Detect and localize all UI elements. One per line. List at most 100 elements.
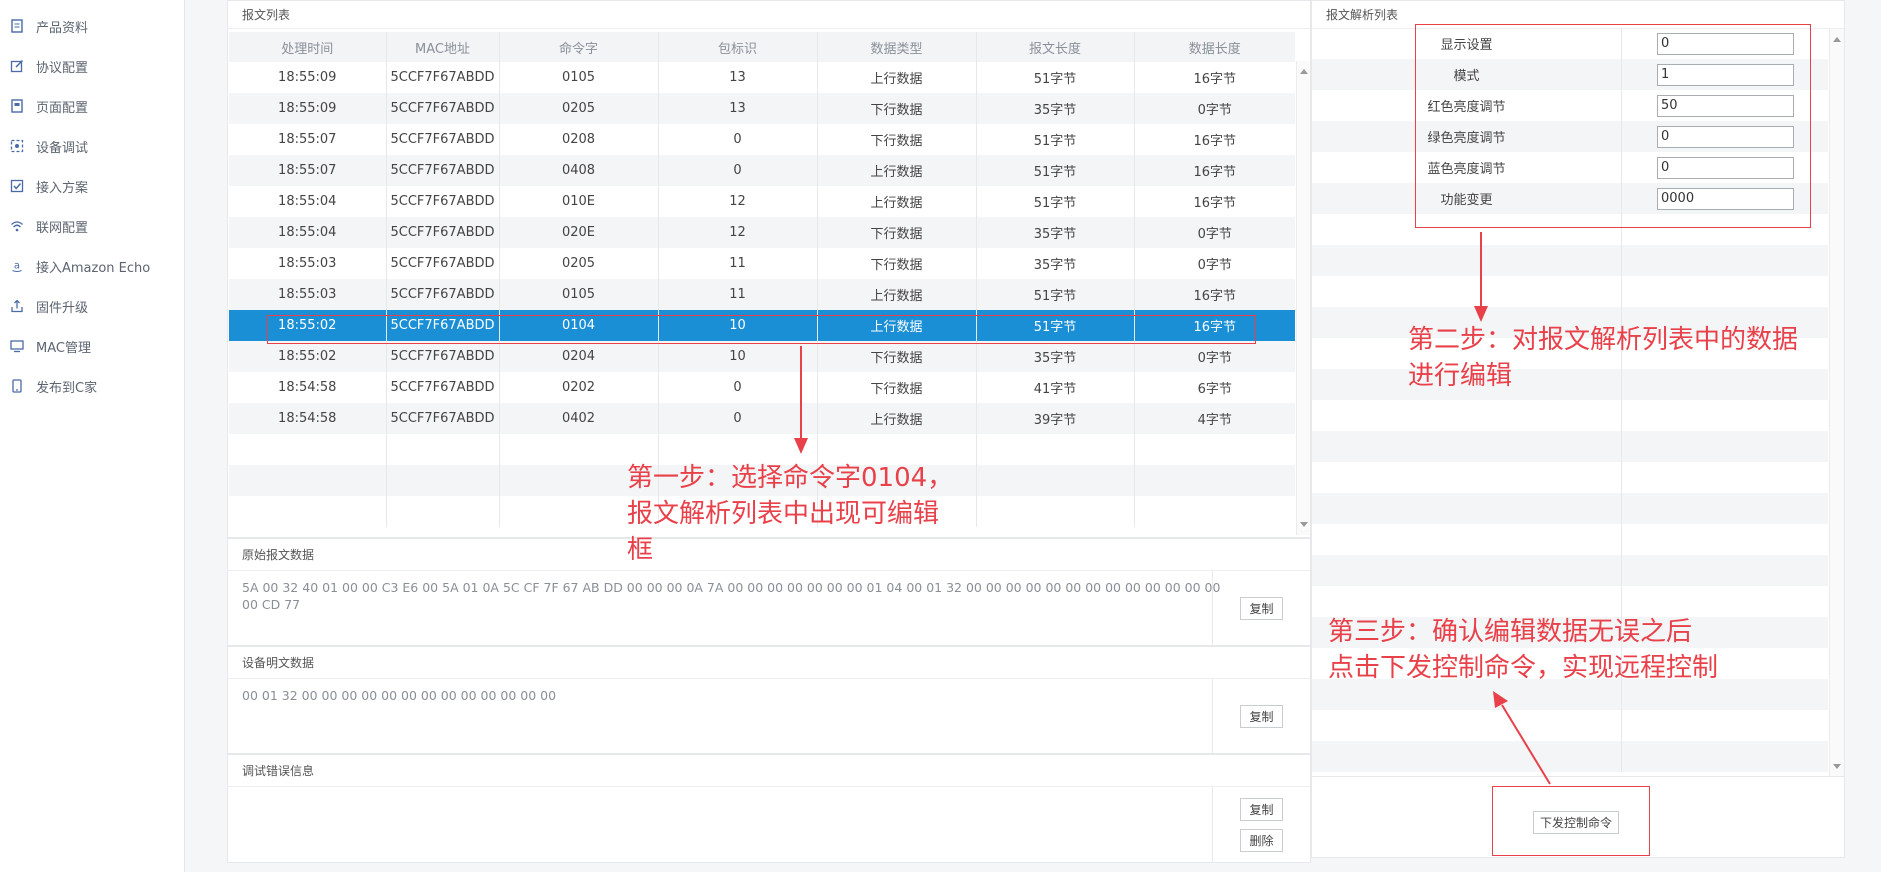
table-row[interactable]: 18:55:03 5CCF7F67ABDD 0205 11 下行数据 35字节 0字节 [229, 248, 1295, 279]
table-row[interactable]: 18:55:07 5CCF7F67ABDD 0208 0 下行数据 51字节 16字节 [229, 124, 1295, 155]
step1-line: 报文解析列表中出现可编辑 [627, 499, 940, 529]
sidebar-item-label: 发布到C家 [36, 380, 98, 396]
step3-line: 点击下发控制命令，实现远程控制 [1328, 653, 1719, 683]
copy-raw-button[interactable]: 复制 [1240, 596, 1283, 620]
column-header[interactable]: 报文长度 [976, 32, 1135, 62]
sidebar-item-page-config[interactable]: 页面配置 [0, 86, 184, 126]
parse-field-label: 模式 [1312, 59, 1622, 90]
parse-field-input[interactable] [1657, 63, 1794, 86]
column-header[interactable]: MAC地址 [386, 32, 500, 62]
parse-field-value-cell [1622, 90, 1828, 121]
send-control-command-button[interactable]: 下发控制命令 [1533, 811, 1620, 834]
table-cell: 5CCF7F67ABDD [386, 310, 500, 341]
parse-field-label: 红色亮度调节 [1312, 90, 1622, 121]
table-row[interactable]: 18:54:58 5CCF7F67ABDD 0402 0 上行数据 39字节 4字节 [229, 403, 1295, 434]
parse-field-input[interactable] [1657, 94, 1794, 117]
parse-field-label [1312, 462, 1622, 493]
table-cell: 下行数据 [817, 341, 977, 372]
sidebar-item-label: 联网配置 [36, 220, 89, 236]
column-header[interactable]: 数据类型 [817, 32, 977, 62]
parse-field-input[interactable] [1657, 187, 1794, 210]
parse-field-label [1312, 555, 1622, 586]
sidebar-item-label: 设备调试 [36, 140, 89, 156]
table-cell: 下行数据 [817, 248, 977, 279]
parse-field-value-cell [1622, 59, 1828, 90]
table-row[interactable]: 18:55:09 5CCF7F67ABDD 0205 13 下行数据 35字节 0字节 [229, 93, 1295, 124]
parse-field-value-cell [1622, 524, 1828, 555]
table-cell: 18:55:02 [229, 310, 387, 341]
table-cell: 0204 [499, 341, 659, 372]
table-row[interactable]: 18:55:02 5CCF7F67ABDD 0104 10 上行数据 51字节 16字节 [229, 310, 1295, 341]
delete-error-button[interactable]: 删除 [1240, 828, 1283, 852]
table-cell: 35字节 [976, 93, 1135, 124]
table-row[interactable]: 18:55:03 5CCF7F67ABDD 0105 11 上行数据 51字节 16字节 [229, 279, 1295, 310]
scroll-up-icon[interactable] [1300, 69, 1308, 74]
table-cell: 0 [658, 155, 818, 186]
error-area: 复制 删除 [228, 787, 1310, 862]
table-cell: 5CCF7F67ABDD [386, 372, 500, 403]
table-cell: 18:54:58 [229, 372, 387, 403]
parse-field-label [1312, 493, 1622, 524]
sidebar-item-device-debug[interactable]: 设备调试 [0, 126, 184, 166]
send-area: 下发控制命令 [1312, 776, 1844, 858]
table-cell: 51字节 [976, 155, 1135, 186]
parse-field-input[interactable] [1657, 125, 1794, 148]
table-row[interactable]: 18:54:58 5CCF7F67ABDD 0202 0 下行数据 41字节 6字节 [229, 372, 1295, 403]
sidebar-item-protocol-config[interactable]: 协议配置 [0, 46, 184, 86]
sidebar-item-mac-management[interactable]: MAC管理 [0, 326, 184, 366]
table-cell: 5CCF7F67ABDD [386, 186, 500, 217]
parse-field-label: 蓝色亮度调节 [1312, 152, 1622, 183]
table-cell: 5CCF7F67ABDD [386, 124, 500, 155]
scroll-down-icon[interactable] [1833, 764, 1841, 769]
table-cell: 11 [658, 279, 818, 310]
table-row[interactable]: 18:55:04 5CCF7F67ABDD 010E 12 上行数据 51字节 16字节 [229, 186, 1295, 217]
plain-data-panel: 设备明文数据 00 01 32 00 00 00 00 00 00 00 00 … [227, 646, 1311, 754]
amazon-icon: a [8, 257, 26, 275]
column-header[interactable]: 处理时间 [229, 32, 387, 62]
sidebar-item-network-config[interactable]: 联网配置 [0, 206, 184, 246]
parse-field-input[interactable] [1657, 156, 1794, 179]
parse-field-label: 绿色亮度调节 [1312, 121, 1622, 152]
column-header[interactable]: 包标识 [658, 32, 818, 62]
sidebar-item-firmware-upgrade[interactable]: 固件升级 [0, 286, 184, 326]
parse-scrollbar[interactable] [1829, 29, 1844, 776]
sidebar-item-product-info[interactable]: 产品资料 [0, 6, 184, 46]
parse-empty-row [1312, 214, 1828, 245]
table-cell: 0205 [499, 93, 659, 124]
table-row[interactable]: 18:55:09 5CCF7F67ABDD 0105 13 上行数据 51字节 16字节 [229, 62, 1295, 93]
copy-error-button[interactable]: 复制 [1240, 797, 1283, 821]
column-header[interactable]: 数据长度 [1134, 32, 1295, 62]
raw-data-area: 5A 00 32 40 01 00 00 C3 E6 00 5A 01 0A 5… [228, 571, 1310, 645]
parse-field-value-cell [1622, 400, 1828, 431]
step3-note: 第三步：确认编辑数据无误之后 点击下发控制命令，实现远程控制 [1328, 614, 1718, 686]
table-scrollbar[interactable] [1296, 61, 1310, 535]
table-cell: 18:55:04 [229, 186, 387, 217]
table-cell: 5CCF7F67ABDD [386, 155, 500, 186]
table-cell: 12 [658, 217, 818, 248]
scroll-up-icon[interactable] [1833, 37, 1841, 42]
table-cell [976, 434, 1135, 465]
parse-field-value-cell [1622, 183, 1828, 214]
sidebar-item-label: 协议配置 [36, 60, 89, 76]
table-cell: 上行数据 [817, 62, 977, 93]
table-cell: 18:55:02 [229, 341, 387, 372]
table-cell [386, 496, 500, 527]
table-cell: 51字节 [976, 186, 1135, 217]
scroll-down-icon[interactable] [1300, 522, 1308, 527]
sidebar-item-amazon-echo[interactable]: a 接入Amazon Echo [0, 246, 184, 286]
column-header[interactable]: 命令字 [499, 32, 659, 62]
table-cell: 5CCF7F67ABDD [386, 248, 500, 279]
table-cell: 51字节 [976, 62, 1135, 93]
table-cell: 51字节 [976, 310, 1135, 341]
sidebar-item-access-plan[interactable]: 接入方案 [0, 166, 184, 206]
table-row[interactable]: 18:55:07 5CCF7F67ABDD 0408 0 上行数据 51字节 16字节 [229, 155, 1295, 186]
copy-plain-button[interactable]: 复制 [1240, 704, 1283, 728]
sidebar-item-publish[interactable]: 发布到C家 [0, 366, 184, 406]
table-cell: 18:55:04 [229, 217, 387, 248]
parse-field-row: 模式 [1312, 59, 1828, 90]
parse-field-row: 显示设置 [1312, 28, 1828, 59]
table-row[interactable]: 18:55:02 5CCF7F67ABDD 0204 10 下行数据 35字节 0字节 [229, 341, 1295, 372]
parse-field-value-cell [1622, 586, 1828, 617]
table-row[interactable]: 18:55:04 5CCF7F67ABDD 020E 12 下行数据 35字节 0字节 [229, 217, 1295, 248]
parse-field-input[interactable] [1657, 32, 1794, 55]
